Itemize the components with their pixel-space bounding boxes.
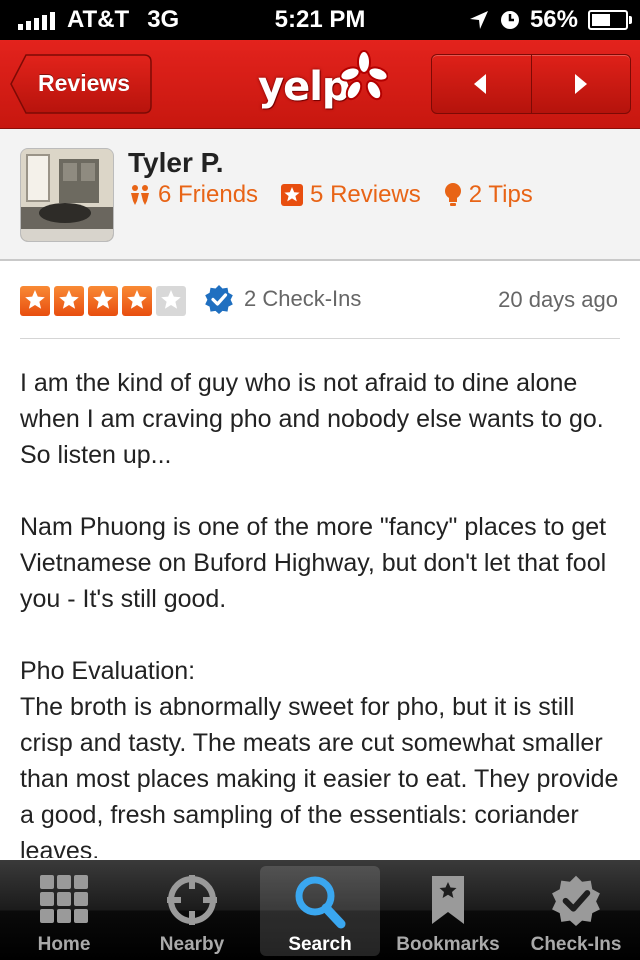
tab-label: Nearby — [159, 934, 225, 955]
previous-review-button[interactable] — [432, 55, 532, 113]
yelp-logo: yelp — [254, 50, 388, 120]
review-pager — [431, 54, 631, 114]
left-arrow-icon — [474, 74, 486, 94]
avatar-photo — [21, 149, 113, 241]
avatar[interactable] — [20, 148, 114, 242]
reviews-back-button[interactable]: Reviews — [10, 54, 152, 114]
tips-count[interactable]: 2 Tips — [443, 181, 533, 209]
review-date: 20 days ago — [498, 287, 618, 312]
friends-count[interactable]: 6 Friends — [128, 181, 258, 209]
tab-home[interactable]: Home — [0, 860, 128, 960]
tab-label: Search — [288, 934, 352, 955]
review-paragraph: I am the kind of guy who is not afraid t… — [20, 369, 604, 469]
crosshair-icon — [167, 875, 217, 925]
tab-label: Home — [37, 934, 91, 955]
checkins-label: 2 Check-Ins — [244, 286, 362, 311]
review-star-icon — [281, 184, 304, 206]
location-arrow-icon — [469, 11, 488, 29]
star-rating — [20, 286, 186, 316]
status-bar: AT&T 3G 5:21 PM 56% — [0, 0, 640, 40]
reviews-count[interactable]: 5 Reviews — [280, 181, 421, 209]
tab-label: Bookmarks — [396, 934, 500, 955]
review-paragraph: Nam Phuong is one of the more "fancy" pl… — [20, 513, 607, 613]
tab-nearby[interactable]: Nearby — [128, 860, 256, 960]
reviewer-header[interactable]: Tyler P. 6 Friends 5 Reviews 2 Tips — [0, 129, 640, 261]
review-text: I am the kind of guy who is not afraid t… — [20, 365, 624, 858]
reviewer-stats: 6 Friends 5 Reviews 2 Tips — [128, 181, 533, 209]
review-paragraph: The broth is abnormally sweet for pho, b… — [20, 693, 619, 858]
star-filled-icon — [122, 286, 152, 316]
reviewer-name[interactable]: Tyler P. — [128, 147, 223, 179]
yelp-logo-word: yelp — [258, 64, 351, 110]
checkin-badge-icon — [552, 875, 600, 926]
next-review-button[interactable] — [531, 55, 630, 113]
back-button-label: Reviews — [38, 70, 131, 96]
yelp-burst-icon — [340, 50, 388, 101]
tab-check-ins[interactable]: Check-Ins — [512, 860, 640, 960]
star-filled-icon — [54, 286, 84, 316]
tab-search[interactable]: Search — [260, 866, 380, 956]
checkin-verified-icon — [205, 285, 233, 314]
bookmark-icon — [432, 876, 464, 924]
tab-bookmarks[interactable]: Bookmarks — [384, 860, 512, 960]
checkins-info: 2 Check-Ins — [204, 284, 361, 314]
review-paragraph: Pho Evaluation: — [20, 657, 196, 685]
status-right: 56% — [468, 6, 632, 34]
alarm-clock-icon — [500, 11, 519, 29]
star-empty-icon — [156, 286, 186, 316]
magnifier-icon — [295, 876, 346, 929]
navigation-bar: Reviews yelp — [0, 40, 640, 129]
grid-icon — [40, 875, 88, 923]
reviews-label: 5 Reviews — [310, 181, 421, 208]
right-arrow-icon — [575, 74, 587, 94]
battery-icon — [588, 10, 632, 30]
review-meta: 2 Check-Ins 20 days ago — [0, 262, 640, 338]
meta-divider — [20, 338, 620, 339]
battery-percent: 56% — [529, 6, 578, 33]
friends-label: 6 Friends — [158, 181, 259, 208]
tab-bar: Home Nearby Search Bookmarks Check-Ins — [0, 860, 640, 960]
star-filled-icon — [88, 286, 118, 316]
lightbulb-icon — [444, 183, 461, 206]
tab-label: Check-Ins — [530, 934, 622, 955]
friends-icon — [131, 185, 149, 205]
star-filled-icon — [20, 286, 50, 316]
tips-label: 2 Tips — [468, 181, 533, 208]
